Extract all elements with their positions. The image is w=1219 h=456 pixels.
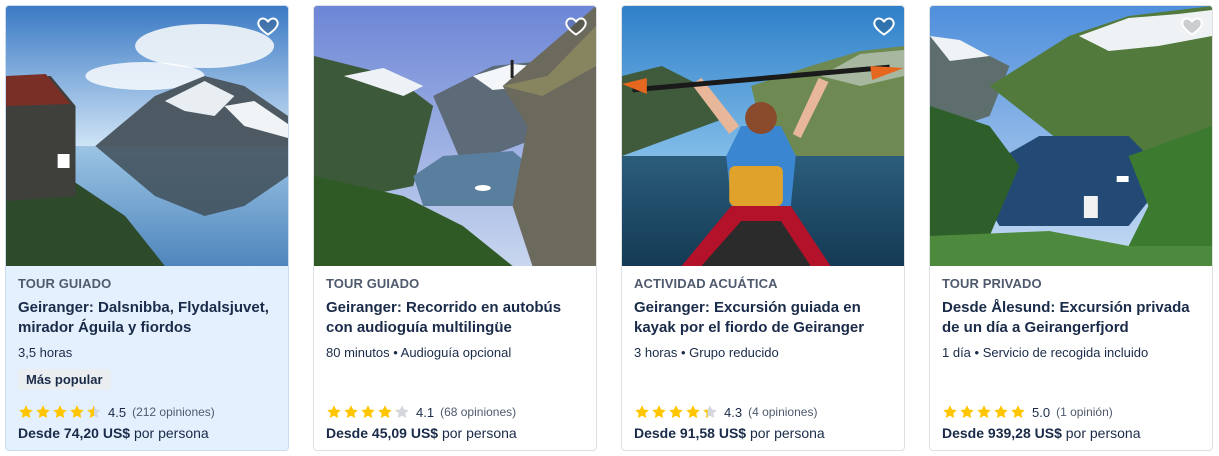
rating-score: 5.0	[1032, 404, 1051, 420]
activity-photo[interactable]	[314, 6, 596, 266]
activity-meta: 3,5 horas	[18, 345, 73, 360]
activity-card[interactable]: TOUR GUIADO Geiranger: Recorrido en auto…	[313, 5, 597, 451]
heart-outline-icon	[565, 17, 587, 36]
wishlist-button[interactable]	[1178, 12, 1206, 40]
rating: 4.1 (68 opiniones)	[326, 404, 516, 420]
price-prefix: Desde	[326, 425, 369, 441]
activity-meta: 3 horas • Grupo reducido	[634, 345, 779, 360]
heart-outline-icon	[873, 17, 895, 36]
star-icon	[344, 405, 358, 418]
popular-badge: Más popular	[18, 369, 111, 390]
price-value: 74,20 US$	[63, 425, 131, 441]
price-prefix: Desde	[634, 425, 677, 441]
star-icon	[994, 405, 1008, 418]
rating-score: 4.3	[724, 404, 743, 420]
activity-category: TOUR GUIADO	[18, 276, 112, 291]
star-icon	[327, 405, 341, 418]
star-icon	[686, 405, 700, 418]
activity-photo[interactable]	[622, 6, 904, 266]
star-icon	[361, 405, 375, 418]
star-rating	[634, 404, 718, 420]
rating: 4.3 (4 opiniones)	[634, 404, 817, 420]
price-prefix: Desde	[942, 425, 985, 441]
star-icon	[977, 405, 991, 418]
price: Desde 939,28 US$ por persona	[942, 424, 1140, 442]
price: Desde 74,20 US$ por persona	[18, 424, 209, 442]
star-icon	[669, 405, 683, 418]
star-icon	[70, 405, 84, 418]
activity-title[interactable]: Geiranger: Dalsnibba, Flydalsjuvet, mira…	[18, 298, 276, 338]
star-icon	[87, 405, 101, 418]
activity-title[interactable]: Geiranger: Excursión guiada en kayak por…	[634, 298, 892, 338]
activity-category: TOUR PRIVADO	[942, 276, 1042, 291]
star-icon	[19, 405, 33, 418]
rating-score: 4.5	[108, 404, 127, 420]
review-count: (212 opiniones)	[132, 405, 215, 419]
star-icon	[943, 405, 957, 418]
star-rating	[18, 404, 102, 420]
activity-photo[interactable]	[930, 6, 1212, 266]
activity-photo[interactable]	[6, 6, 288, 266]
price-suffix: por persona	[133, 425, 209, 441]
star-icon	[703, 405, 717, 418]
wishlist-button[interactable]	[562, 12, 590, 40]
star-icon	[378, 405, 392, 418]
heart-outline-icon	[257, 17, 279, 36]
rating-score: 4.1	[416, 404, 435, 420]
price: Desde 91,58 US$ por persona	[634, 424, 825, 442]
activity-meta: 1 día • Servicio de recogida incluido	[942, 345, 1149, 360]
activity-card[interactable]: TOUR PRIVADO Desde Ålesund: Excursión pr…	[929, 5, 1213, 451]
activity-title[interactable]: Geiranger: Recorrido en autobús con audi…	[326, 298, 584, 338]
wishlist-button[interactable]	[870, 12, 898, 40]
star-icon	[635, 405, 649, 418]
activity-title[interactable]: Desde Ålesund: Excursión privada de un d…	[942, 298, 1200, 338]
price-value: 91,58 US$	[679, 425, 747, 441]
activity-card[interactable]: ACTIVIDAD ACUÁTICA Geiranger: Excursión …	[621, 5, 905, 451]
activity-meta: 80 minutos • Audioguía opcional	[326, 345, 512, 360]
star-icon	[53, 405, 67, 418]
price-suffix: por persona	[749, 425, 825, 441]
star-icon	[395, 405, 409, 418]
activity-category: ACTIVIDAD ACUÁTICA	[634, 276, 778, 291]
review-count: (68 opiniones)	[440, 405, 517, 419]
activity-card-row: TOUR GUIADO Geiranger: Dalsnibba, Flydal…	[0, 0, 1219, 456]
star-icon	[652, 405, 666, 418]
wishlist-button[interactable]	[254, 12, 282, 40]
rating: 4.5 (212 opiniones)	[18, 404, 215, 420]
star-rating	[326, 404, 410, 420]
price-prefix: Desde	[18, 425, 61, 441]
price-suffix: por persona	[441, 425, 517, 441]
activity-card[interactable]: TOUR GUIADO Geiranger: Dalsnibba, Flydal…	[5, 5, 289, 451]
price-suffix: por persona	[1065, 425, 1141, 441]
star-icon	[36, 405, 50, 418]
review-count: (4 opiniones)	[748, 405, 818, 419]
star-rating	[942, 404, 1026, 420]
star-icon	[960, 405, 974, 418]
star-icon	[1011, 405, 1025, 418]
heart-outline-icon	[1181, 17, 1203, 36]
rating: 5.0 (1 opinión)	[942, 404, 1113, 420]
review-count: (1 opinión)	[1056, 405, 1113, 419]
activity-category: TOUR GUIADO	[326, 276, 420, 291]
price-value: 45,09 US$	[371, 425, 439, 441]
price-value: 939,28 US$	[987, 425, 1062, 441]
price: Desde 45,09 US$ por persona	[326, 424, 517, 442]
